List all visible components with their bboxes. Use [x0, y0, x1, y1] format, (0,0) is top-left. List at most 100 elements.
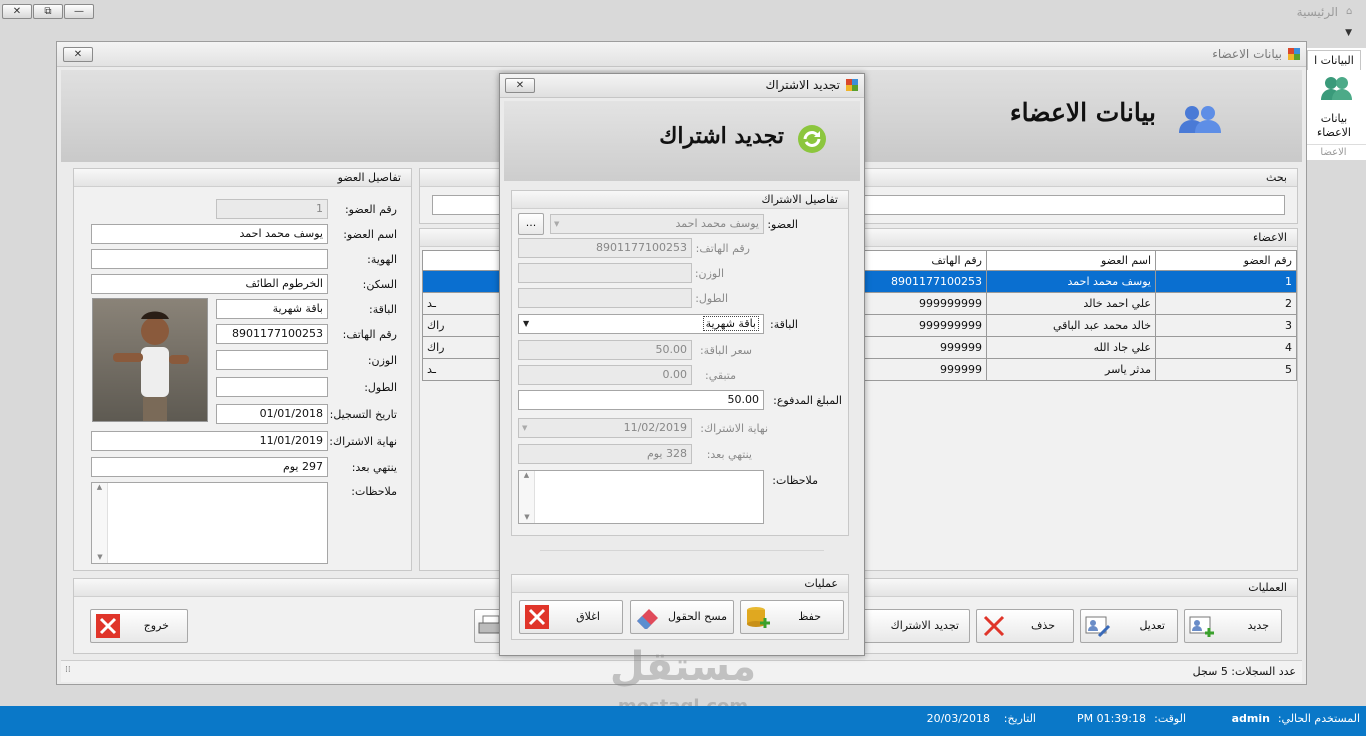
- print-button[interactable]: [474, 609, 504, 643]
- cell-phone[interactable]: 999999999: [857, 314, 987, 337]
- member-weight-label: الوزن:: [367, 354, 397, 367]
- member-phone-field[interactable]: 8901177100253: [216, 324, 328, 344]
- cell-phone[interactable]: 999999999: [857, 292, 987, 315]
- main-window-title: الرئيسية: [1296, 5, 1338, 19]
- cell-id[interactable]: 1: [1155, 270, 1297, 293]
- dialog-expires-label: ينتهي بعد:: [706, 448, 752, 461]
- cell-id[interactable]: 2: [1155, 292, 1297, 315]
- dialog-member-label: العضو:: [767, 218, 798, 231]
- member-name-field[interactable]: يوسف محمد احمد: [91, 224, 328, 244]
- dialog-paid-field[interactable]: 50.00: [518, 390, 764, 410]
- dialog-phone-field[interactable]: 8901177100253: [518, 238, 692, 258]
- exit-button-label: خروج: [143, 619, 169, 632]
- dialog-titlebar: ✕ تجديد الاشتراك: [500, 74, 864, 98]
- edit-icon: [1085, 616, 1111, 638]
- dialog-end-date-field[interactable]: 11/02/2019 ▼: [518, 418, 692, 438]
- clear-fields-button[interactable]: مسح الحقول: [630, 600, 734, 634]
- restore-main-button[interactable]: ⧉: [33, 4, 63, 19]
- current-user-label: المستخدم الحالي:: [1277, 712, 1360, 725]
- edit-button-label: تعديل: [1139, 619, 1165, 632]
- close-main-button[interactable]: ✕: [2, 4, 32, 19]
- cell-id[interactable]: 5: [1155, 358, 1297, 381]
- subscription-details-group: تفاصيل الاشتراك ... يوسف محمد احمد ▼ الع…: [511, 190, 849, 536]
- members-titlebar: ✕ بيانات الاعضاء: [57, 42, 1306, 67]
- dialog-weight-label: الوزن:: [694, 267, 724, 280]
- dialog-notes-scrollbar[interactable]: ▲ ▼: [519, 471, 535, 523]
- dialog-price-field[interactable]: 50.00: [518, 340, 692, 360]
- dialog-notes-field[interactable]: ▲ ▼: [518, 470, 764, 524]
- minimize-main-button[interactable]: —: [64, 4, 94, 19]
- member-details-group: تفاصيل العضو 1 رقم العضو: يوسف محمد احمد…: [73, 168, 412, 571]
- dialog-expires-field[interactable]: 328 يوم: [518, 444, 692, 464]
- record-count: عدد السجلات: 5 سجل: [1192, 665, 1296, 678]
- header-id[interactable]: رقم العضو: [1155, 250, 1297, 271]
- header-name[interactable]: اسم العضو: [986, 250, 1156, 271]
- close-dialog-button[interactable]: ✕: [505, 78, 535, 93]
- notes-scrollbar[interactable]: ▲ ▼: [92, 483, 108, 563]
- save-button-label: حفظ: [798, 610, 821, 623]
- dialog-weight-field[interactable]: [518, 263, 692, 283]
- member-residence-field[interactable]: الخرطوم الطائف: [91, 274, 328, 294]
- eraser-icon: [637, 609, 658, 629]
- edit-button[interactable]: تعديل: [1080, 609, 1178, 643]
- subscription-details-group-title: تفاصيل الاشتراك: [512, 191, 848, 209]
- current-user-value: admin: [1231, 712, 1270, 725]
- ribbon-group-label: الاعضا: [1301, 144, 1366, 158]
- cell-name[interactable]: مدثر ياسر: [986, 358, 1156, 381]
- exit-button[interactable]: خروج: [90, 609, 188, 643]
- time-value: PM 01:39:18: [1076, 712, 1146, 725]
- dialog-close-button[interactable]: اغلاق: [519, 600, 623, 634]
- member-id-field[interactable]: 1: [216, 199, 328, 219]
- cell-phone[interactable]: 999999: [857, 336, 987, 359]
- cell-id[interactable]: 3: [1155, 314, 1297, 337]
- cell-name[interactable]: علي جاد الله: [986, 336, 1156, 359]
- cell-name[interactable]: علي احمد خالد: [986, 292, 1156, 315]
- member-id-label: رقم العضو:: [344, 203, 397, 216]
- header-phone[interactable]: رقم الهاتف: [857, 250, 987, 271]
- member-expires-field[interactable]: 297 يوم: [91, 457, 328, 477]
- member-height-field[interactable]: [216, 377, 328, 397]
- member-details-group-title: تفاصيل العضو: [74, 169, 411, 187]
- dialog-package-select[interactable]: باقة شهرية ▼: [518, 314, 764, 334]
- dialog-paid-label: المبلغ المدفوع:: [773, 394, 842, 407]
- ribbon-button-label-1: بيانات: [1320, 112, 1348, 125]
- member-reg-date-field[interactable]: 01/01/2018: [216, 404, 328, 424]
- dialog-close-label: اغلاق: [576, 610, 600, 623]
- dialog-remaining-field[interactable]: 0.00: [518, 365, 692, 385]
- cell-name[interactable]: يوسف محمد احمد: [986, 270, 1156, 293]
- member-photo: [92, 298, 208, 422]
- save-button[interactable]: حفظ: [740, 600, 844, 634]
- close-members-button[interactable]: ✕: [63, 47, 93, 62]
- member-notes-field[interactable]: ▲ ▼: [91, 482, 328, 564]
- dialog-height-field[interactable]: [518, 288, 692, 308]
- member-sub-end-field[interactable]: 11/01/2019: [91, 431, 328, 451]
- cell-phone[interactable]: 999999: [857, 358, 987, 381]
- ribbon-tab[interactable]: البيانات ا: [1307, 50, 1361, 70]
- members-window-title: بيانات الاعضاء: [1212, 47, 1282, 61]
- dialog-package-value: باقة شهرية: [702, 316, 759, 331]
- browse-member-button[interactable]: ...: [518, 213, 544, 235]
- users-icon: [1321, 77, 1352, 100]
- cell-id[interactable]: 4: [1155, 336, 1297, 359]
- exit-icon: [96, 614, 120, 638]
- renew-dialog: ✕ تجديد الاشتراك تجديد اشتراك تفاصيل الا…: [499, 73, 865, 656]
- members-ribbon-button[interactable]: بيانات الاعضاء: [1305, 72, 1363, 140]
- dialog-end-date-value: 11/02/2019: [623, 421, 687, 434]
- dialog-divider: [540, 550, 824, 551]
- ribbon-dropdown-icon[interactable]: ▼: [1345, 28, 1352, 38]
- cell-phone[interactable]: 8901177100253: [857, 270, 987, 293]
- member-residence-label: السكن:: [362, 278, 397, 291]
- cell-name[interactable]: خالد محمد عبد الباقي: [986, 314, 1156, 337]
- delete-button[interactable]: حذف: [976, 609, 1074, 643]
- resize-grip-icon[interactable]: ⁞⁞: [65, 665, 71, 675]
- package-chevron-icon: ▼: [523, 319, 530, 328]
- member-name-label: اسم العضو:: [343, 228, 397, 241]
- member-identity-label: الهوية:: [367, 253, 397, 266]
- dialog-notes-label: ملاحظات:: [772, 474, 818, 487]
- new-button[interactable]: جديد: [1184, 609, 1282, 643]
- member-identity-field[interactable]: [91, 249, 328, 269]
- dialog-member-select[interactable]: يوسف محمد احمد ▼: [550, 214, 764, 234]
- renew-button-label: تجديد الاشتراك: [890, 619, 959, 632]
- member-weight-field[interactable]: [216, 350, 328, 370]
- member-package-field[interactable]: باقة شهرية: [216, 299, 328, 319]
